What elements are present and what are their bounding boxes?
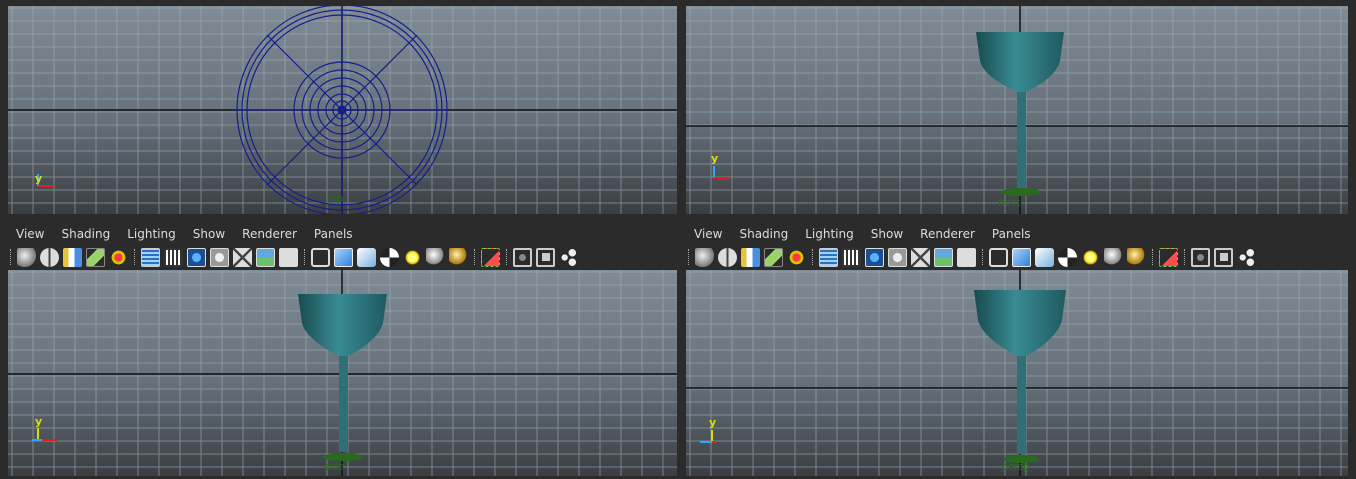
safe-action-icon[interactable] <box>256 247 275 267</box>
textured-icon[interactable] <box>1058 247 1077 267</box>
shadows-icon[interactable] <box>426 247 445 267</box>
side-view-canvas: side y <box>8 270 677 476</box>
menu-renderer[interactable]: Renderer <box>242 227 297 241</box>
menu-show[interactable]: Show <box>871 227 903 241</box>
viewport-label-top: top <box>328 193 343 205</box>
bookmarks-icon[interactable] <box>741 247 760 267</box>
toolbar-separator <box>506 249 509 265</box>
toolbar-separator <box>134 249 137 265</box>
viewport-label-front: front <box>998 197 1020 209</box>
share-icon[interactable] <box>559 247 578 267</box>
safe-title-icon[interactable] <box>279 247 298 267</box>
viewport-label-persp: persp <box>1002 461 1030 473</box>
xray-joints-icon[interactable] <box>1214 247 1233 267</box>
image-plane-icon[interactable] <box>764 247 783 267</box>
use-all-lights-icon[interactable] <box>403 247 422 267</box>
menu-view[interactable]: View <box>694 227 722 241</box>
bookmarks-icon[interactable] <box>63 247 82 267</box>
xray-icon[interactable] <box>513 247 532 267</box>
field-chart-icon[interactable] <box>911 247 930 267</box>
toolbar-separator <box>10 249 13 265</box>
front-viewport[interactable]: front y <box>686 6 1348 214</box>
menu-shading[interactable]: Shading <box>61 227 110 241</box>
goblet-model-side[interactable] <box>298 294 387 461</box>
isolate-select-icon[interactable] <box>1159 247 1178 267</box>
camera-attributes-icon[interactable] <box>718 247 737 267</box>
smooth-shade-icon[interactable] <box>334 247 353 267</box>
persp-viewport[interactable]: persp y <box>686 270 1348 476</box>
gate-mask-icon[interactable] <box>210 247 229 267</box>
resolution-gate-icon[interactable] <box>865 247 884 267</box>
textured-icon[interactable] <box>380 247 399 267</box>
persp-view-canvas: persp y <box>686 270 1348 476</box>
grid-icon[interactable] <box>141 247 160 267</box>
use-all-lights-icon[interactable] <box>1081 247 1100 267</box>
top-viewport[interactable]: top y <box>8 6 677 214</box>
toolbar-separator <box>812 249 815 265</box>
two-d-pan-zoom-icon[interactable] <box>109 247 128 267</box>
menu-shading[interactable]: Shading <box>739 227 788 241</box>
top-view-canvas: top y <box>8 6 677 214</box>
select-camera-icon[interactable] <box>695 247 714 267</box>
menu-show[interactable]: Show <box>193 227 225 241</box>
viewport-toolbar-left <box>8 245 582 269</box>
viewport-menubar-left: View Shading Lighting Show Renderer Pane… <box>16 223 370 245</box>
grid-icon[interactable] <box>819 247 838 267</box>
isolate-select-icon[interactable] <box>481 247 500 267</box>
wireframe-on-shaded-icon[interactable] <box>357 247 376 267</box>
screen-space-ao-icon[interactable] <box>449 247 468 267</box>
smooth-shade-icon[interactable] <box>1012 247 1031 267</box>
wireframe-icon[interactable] <box>311 247 330 267</box>
wireframe-on-shaded-icon[interactable] <box>1035 247 1054 267</box>
film-gate-icon[interactable] <box>842 247 861 267</box>
safe-action-icon[interactable] <box>934 247 953 267</box>
shadows-icon[interactable] <box>1104 247 1123 267</box>
side-viewport[interactable]: side y <box>8 270 677 476</box>
film-gate-icon[interactable] <box>164 247 183 267</box>
goblet-wireframe-top[interactable] <box>236 6 448 214</box>
xray-joints-icon[interactable] <box>536 247 555 267</box>
screen-space-ao-icon[interactable] <box>1127 247 1146 267</box>
resolution-gate-icon[interactable] <box>187 247 206 267</box>
image-plane-icon[interactable] <box>86 247 105 267</box>
goblet-model-front[interactable] <box>976 32 1064 196</box>
xray-icon[interactable] <box>1191 247 1210 267</box>
svg-text:y: y <box>35 172 42 185</box>
toolbar-separator <box>304 249 307 265</box>
share-icon[interactable] <box>1237 247 1256 267</box>
viewport-label-side: side <box>324 461 344 473</box>
axis-gizmo: y <box>711 152 730 179</box>
wireframe-icon[interactable] <box>989 247 1008 267</box>
toolbar-separator <box>1152 249 1155 265</box>
viewport-toolbar-right <box>686 245 1260 269</box>
front-view-canvas: front y <box>686 6 1348 214</box>
gate-mask-icon[interactable] <box>888 247 907 267</box>
menu-panels[interactable]: Panels <box>314 227 353 241</box>
menu-view[interactable]: View <box>16 227 44 241</box>
camera-attributes-icon[interactable] <box>40 247 59 267</box>
viewport-menubar-right: View Shading Lighting Show Renderer Pane… <box>694 223 1048 245</box>
menu-panels[interactable]: Panels <box>992 227 1031 241</box>
two-d-pan-zoom-icon[interactable] <box>787 247 806 267</box>
toolbar-separator <box>474 249 477 265</box>
menu-lighting[interactable]: Lighting <box>127 227 176 241</box>
menu-renderer[interactable]: Renderer <box>920 227 975 241</box>
toolbar-separator <box>1184 249 1187 265</box>
svg-text:y: y <box>711 152 718 165</box>
toolbar-separator <box>688 249 691 265</box>
field-chart-icon[interactable] <box>233 247 252 267</box>
svg-text:y: y <box>35 415 42 428</box>
menu-lighting[interactable]: Lighting <box>805 227 854 241</box>
axis-gizmo: y <box>700 416 716 443</box>
axis-gizmo: y <box>35 172 54 187</box>
toolbar-separator <box>982 249 985 265</box>
safe-title-icon[interactable] <box>957 247 976 267</box>
svg-text:y: y <box>709 416 716 429</box>
select-camera-icon[interactable] <box>17 247 36 267</box>
